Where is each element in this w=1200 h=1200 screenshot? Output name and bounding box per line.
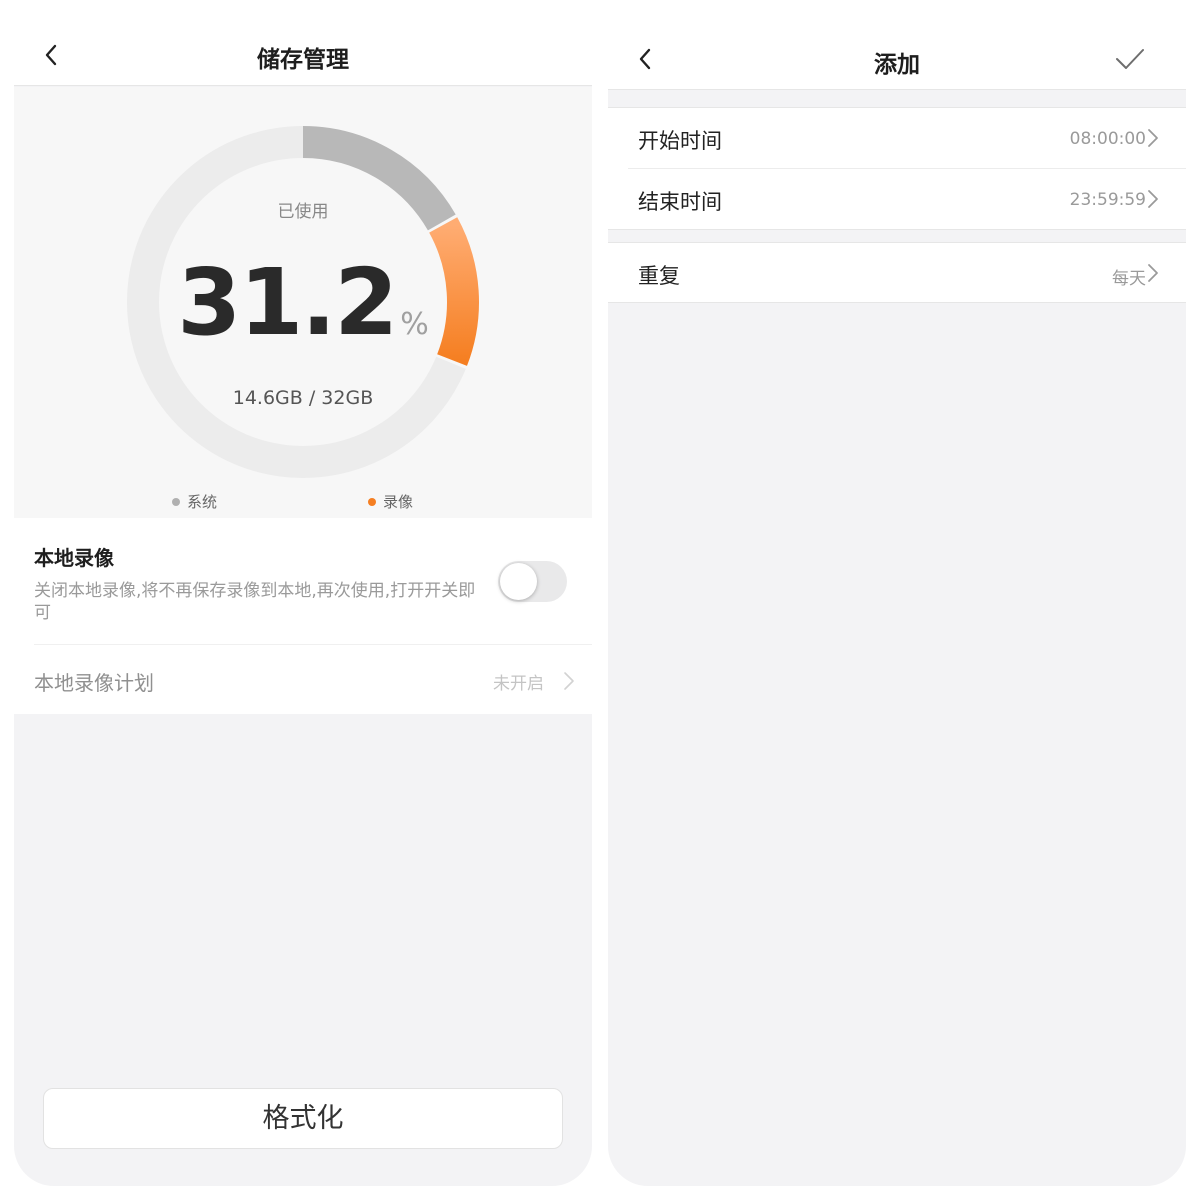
storage-chart-panel: 已使用 31.2% 14.6GB / 32GB 系统 录像 <box>14 87 592 518</box>
time-settings-group: 开始时间 08:00:00 结束时间 23:59:59 <box>608 107 1186 230</box>
record-schedule-label[interactable]: 本地录像计划 <box>34 667 154 696</box>
used-label: 已使用 <box>277 202 329 222</box>
legend-record: 录像 <box>368 491 413 512</box>
repeat-label: 重复 <box>638 264 680 288</box>
local-record-section: 本地录像 关闭本地录像,将不再保存录像到本地,再次使用,打开开关即可 本地录像计… <box>14 518 592 714</box>
start-time-value: 08:00:00 <box>1069 129 1146 149</box>
chevron-right-icon <box>1147 128 1159 148</box>
toggle-knob <box>500 563 537 600</box>
format-button[interactable]: 格式化 <box>43 1088 563 1149</box>
navigation-bar: 添加 <box>608 0 1186 90</box>
repeat-row[interactable]: 重复 每天 <box>608 243 1186 303</box>
chevron-right-icon <box>1147 263 1159 283</box>
record-schedule-value: 未开启 <box>493 674 544 694</box>
local-record-description: 关闭本地录像,将不再保存录像到本地,再次使用,打开开关即可 <box>34 581 476 623</box>
legend-system-dot <box>172 497 180 506</box>
navigation-bar: 储存管理 <box>14 0 592 86</box>
storage-management-screen: 储存管理 已使用 31.2% 14.6GB / 32GB 系统 录像 本地录像 <box>14 0 592 1186</box>
end-time-row[interactable]: 结束时间 23:59:59 <box>608 169 1186 229</box>
add-schedule-screen: 添加 开始时间 08:00:00 结束时间 23:59:59 重复 每天 <box>608 0 1186 1186</box>
legend-system-label: 系统 <box>187 493 218 511</box>
chevron-right-icon <box>1147 189 1159 209</box>
local-record-toggle[interactable] <box>498 561 567 602</box>
local-record-title: 本地录像 <box>34 546 114 570</box>
legend-record-dot <box>368 497 376 506</box>
checkmark-icon[interactable] <box>1114 44 1146 74</box>
divider <box>34 644 592 645</box>
repeat-settings-group: 重复 每天 <box>608 242 1186 303</box>
end-time-value: 23:59:59 <box>1069 190 1146 210</box>
page-title: 添加 <box>874 52 920 78</box>
chevron-right-icon[interactable] <box>562 670 576 692</box>
legend-record-label: 录像 <box>383 493 414 511</box>
end-time-label: 结束时间 <box>638 190 722 214</box>
start-time-label: 开始时间 <box>638 129 722 153</box>
capacity-text: 14.6GB / 32GB <box>232 387 374 409</box>
repeat-value: 每天 <box>1112 269 1146 289</box>
usage-percent-unit: % <box>400 307 429 342</box>
start-time-row[interactable]: 开始时间 08:00:00 <box>608 108 1186 169</box>
usage-percent-value: 31.2 <box>177 249 398 356</box>
page-title: 储存管理 <box>257 47 349 73</box>
usage-percent: 31.2% <box>14 249 592 356</box>
legend-system: 系统 <box>172 491 217 512</box>
